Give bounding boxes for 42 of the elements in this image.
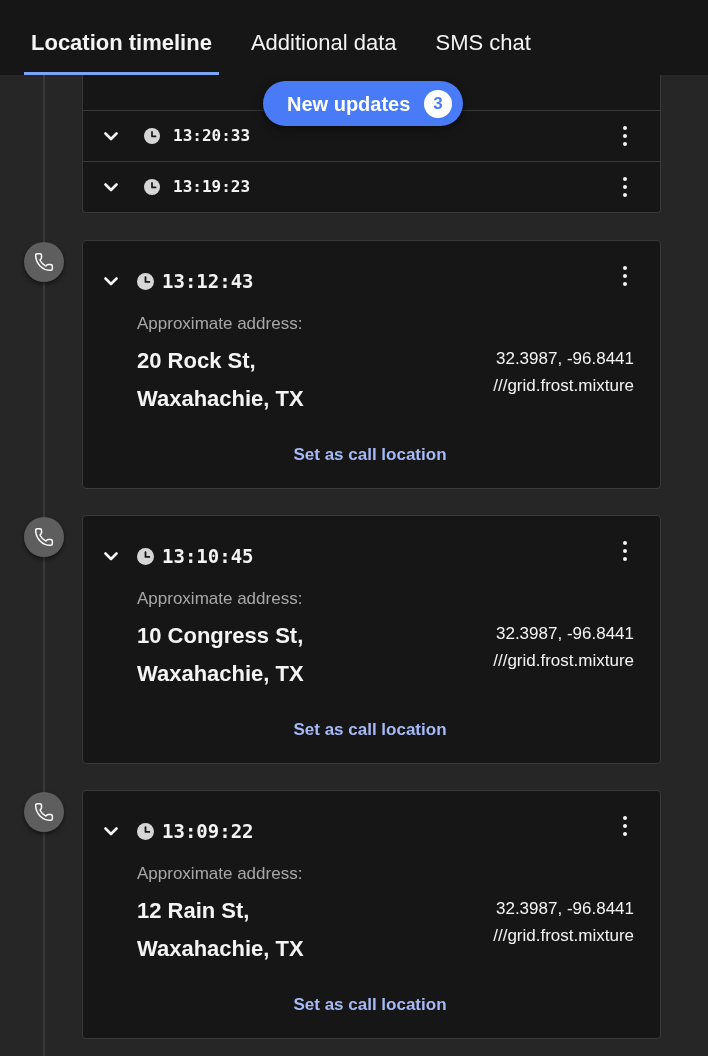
entry-time: 13:10:45 [162, 544, 254, 569]
chevron-icon [104, 276, 118, 286]
phone-icon [24, 242, 64, 282]
address-text: 12 Rain St, Waxahachie, TX [137, 897, 305, 963]
entry-time: 13:09:22 [162, 819, 254, 844]
set-call-location-link[interactable]: Set as call location [293, 718, 447, 742]
set-call-location-link[interactable]: Set as call location [293, 993, 447, 1017]
count-badge: 3 [424, 89, 452, 118]
address-text: 20 Rock St, Waxahachie, TX [137, 347, 305, 413]
what3words-text: ///grid.frost.mixture [493, 925, 634, 947]
address-label: Approximate address: [137, 588, 304, 610]
coordinates-text: 32.3987, -96.8441 [496, 623, 634, 645]
phone-icon [24, 517, 64, 557]
chevron-icon [104, 551, 118, 561]
what3words-text: ///grid.frost.mixture [493, 375, 634, 397]
clock-icon [137, 272, 154, 290]
new-updates-button[interactable]: New updates 3 [263, 81, 463, 126]
clock-icon [137, 822, 154, 840]
vertical-dots-icon [623, 126, 627, 146]
what3words-text: ///grid.frost.mixture [493, 650, 634, 672]
entry-time: 13:12:43 [162, 269, 254, 294]
vertical-dots-icon [623, 266, 627, 286]
clock-icon [144, 128, 160, 144]
vertical-dots-icon [623, 541, 627, 561]
set-call-location-link[interactable]: Set as call location [293, 443, 447, 467]
chevron-icon [104, 131, 118, 141]
chevron-icon [104, 826, 118, 836]
address-label: Approximate address: [137, 313, 304, 335]
coordinates-text: 32.3987, -96.8441 [496, 898, 634, 920]
clock-icon [144, 179, 160, 195]
address-label: Approximate address: [137, 863, 304, 885]
clock-icon [137, 547, 154, 565]
phone-icon [24, 792, 64, 832]
address-text: 10 Congress St, Waxahachie, TX [137, 622, 305, 688]
entry-time: 13:19:23 [173, 176, 251, 198]
tab[interactable]: SMS chat [428, 0, 538, 75]
tab[interactable]: Additional data [243, 0, 404, 75]
coordinates-text: 32.3987, -96.8441 [496, 348, 634, 370]
chevron-icon [104, 182, 118, 192]
entry-time: 13:20:33 [173, 125, 251, 147]
vertical-dots-icon [623, 816, 627, 836]
vertical-dots-icon [623, 177, 627, 197]
